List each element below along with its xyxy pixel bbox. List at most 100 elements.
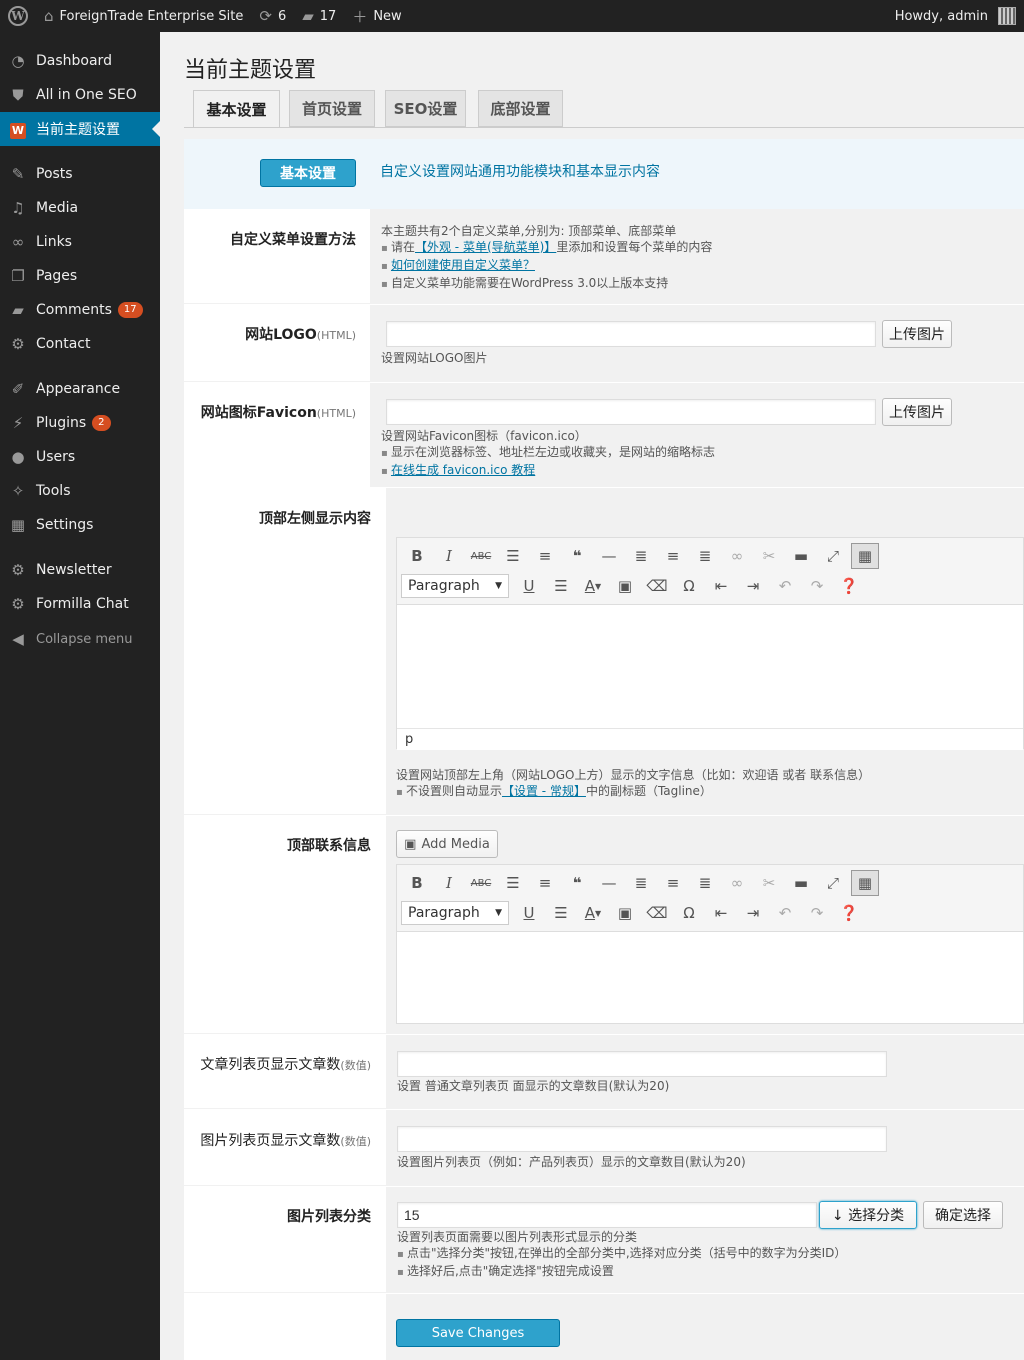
- favicon-tutorial-link[interactable]: 在线生成 favicon.ico 教程: [391, 463, 535, 477]
- indent-icon[interactable]: ⇥: [737, 900, 769, 926]
- link-icon[interactable]: ∞: [721, 543, 753, 569]
- blockquote-icon[interactable]: ❝: [561, 543, 593, 569]
- general-settings-link[interactable]: 【设置 - 常规】: [502, 784, 586, 798]
- unlink-icon[interactable]: ✂: [753, 870, 785, 896]
- bullet-list-icon[interactable]: ☰: [497, 543, 529, 569]
- confirm-selection-button[interactable]: 确定选择: [923, 1201, 1003, 1229]
- italic-icon[interactable]: I: [433, 543, 465, 569]
- how-to-menu-link[interactable]: 如何创建使用自定义菜单？: [391, 258, 535, 272]
- blockquote-icon[interactable]: ❝: [561, 870, 593, 896]
- text-color-icon[interactable]: A ▼: [577, 573, 609, 599]
- horizontal-rule-icon[interactable]: —: [593, 870, 625, 896]
- kitchen-sink-icon[interactable]: ▦: [851, 543, 879, 569]
- sidebar-item-users[interactable]: ● Users: [0, 440, 160, 474]
- updates-link[interactable]: ⟳ 6: [251, 0, 294, 32]
- underline-icon[interactable]: U: [513, 573, 545, 599]
- paste-text-icon[interactable]: ▣: [609, 900, 641, 926]
- align-right-icon[interactable]: ≣: [689, 543, 721, 569]
- add-media-button[interactable]: ▣ Add Media: [396, 830, 498, 858]
- special-char-icon[interactable]: Ω: [673, 573, 705, 599]
- italic-icon[interactable]: I: [433, 870, 465, 896]
- text: Paragraph: [408, 578, 480, 594]
- sidebar-item-theme-settings[interactable]: W 当前主题设置: [0, 112, 160, 146]
- clear-formatting-icon[interactable]: ⌫: [641, 573, 673, 599]
- sidebar-item-contact[interactable]: ⚙ Contact: [0, 327, 160, 361]
- tab-seo-settings[interactable]: SEO设置: [385, 90, 466, 127]
- paste-text-icon[interactable]: ▣: [609, 573, 641, 599]
- special-char-icon[interactable]: Ω: [673, 900, 705, 926]
- sidebar-item-appearance[interactable]: ✐ Appearance: [0, 372, 160, 406]
- sidebar-item-links[interactable]: ∞ Links: [0, 225, 160, 259]
- text-color-icon[interactable]: A ▼: [577, 900, 609, 926]
- outdent-icon[interactable]: ⇤: [705, 900, 737, 926]
- sidebar-item-tools[interactable]: ✧ Tools: [0, 474, 160, 508]
- redo-icon[interactable]: ↷: [801, 573, 833, 599]
- image-category-input[interactable]: [397, 1202, 817, 1228]
- site-name-link[interactable]: ⌂ ForeignTrade Enterprise Site: [36, 0, 251, 32]
- new-content-link[interactable]: ＋ New: [344, 0, 409, 32]
- read-more-icon[interactable]: ▬: [785, 543, 817, 569]
- favicon-input[interactable]: [386, 399, 876, 425]
- fullscreen-icon[interactable]: ⤢: [817, 543, 849, 569]
- sidebar-item-settings[interactable]: ▦ Settings: [0, 508, 160, 542]
- bullet-list-icon[interactable]: ☰: [497, 870, 529, 896]
- bold-icon[interactable]: B: [401, 870, 433, 896]
- bold-icon[interactable]: B: [401, 543, 433, 569]
- sidebar-item-media[interactable]: ♫ Media: [0, 191, 160, 225]
- link-icon[interactable]: ∞: [721, 870, 753, 896]
- sidebar-item-plugins[interactable]: ⚡ Plugins 2: [0, 406, 160, 440]
- format-select[interactable]: Paragraph ▼: [401, 901, 509, 925]
- undo-icon[interactable]: ↶: [769, 573, 801, 599]
- collapse-menu-button[interactable]: ◀ Collapse menu: [0, 622, 160, 656]
- align-left-icon[interactable]: ≣: [625, 543, 657, 569]
- appearance-menu-link[interactable]: 【外观 - 菜单(导航菜单)】: [415, 240, 556, 254]
- wp-logo-menu[interactable]: W: [0, 0, 36, 32]
- sidebar-item-posts[interactable]: ✎ Posts: [0, 157, 160, 191]
- numbered-list-icon[interactable]: ≡: [529, 870, 561, 896]
- justify-icon[interactable]: ☰: [545, 900, 577, 926]
- tab-home-settings[interactable]: 首页设置: [289, 90, 375, 127]
- sidebar-item-dashboard[interactable]: ◔ Dashboard: [0, 44, 160, 78]
- my-account-link[interactable]: Howdy, admin: [887, 0, 1024, 32]
- underline-icon[interactable]: U: [513, 900, 545, 926]
- strikethrough-icon[interactable]: ABC: [465, 870, 497, 896]
- fullscreen-icon[interactable]: ⤢: [817, 870, 849, 896]
- tab-footer-settings[interactable]: 底部设置: [478, 90, 563, 127]
- sidebar-item-formilla-chat[interactable]: ⚙ Formilla Chat: [0, 587, 160, 621]
- sidebar-item-all-in-one-seo[interactable]: ⛊ All in One SEO: [0, 78, 160, 112]
- select-category-button[interactable]: ↓ 选择分类: [819, 1201, 917, 1229]
- redo-icon[interactable]: ↷: [801, 900, 833, 926]
- undo-icon[interactable]: ↶: [769, 900, 801, 926]
- sidebar-item-newsletter[interactable]: ⚙ Newsletter: [0, 553, 160, 587]
- comments-link[interactable]: ▰ 17: [294, 0, 344, 32]
- basic-settings-header-button[interactable]: 基本设置: [260, 159, 356, 187]
- strikethrough-icon[interactable]: ABC: [465, 543, 497, 569]
- indent-icon[interactable]: ⇥: [737, 573, 769, 599]
- justify-icon[interactable]: ☰: [545, 573, 577, 599]
- align-center-icon[interactable]: ≡: [657, 870, 689, 896]
- sidebar-item-comments[interactable]: ▰ Comments 17: [0, 293, 160, 327]
- logo-upload-button[interactable]: 上传图片: [882, 320, 952, 348]
- sidebar-item-pages[interactable]: ❐ Pages: [0, 259, 160, 293]
- kitchen-sink-icon[interactable]: ▦: [851, 870, 879, 896]
- top-left-editor-area[interactable]: [397, 604, 1023, 728]
- horizontal-rule-icon[interactable]: —: [593, 543, 625, 569]
- clear-formatting-icon[interactable]: ⌫: [641, 900, 673, 926]
- post-count-input[interactable]: [397, 1051, 887, 1077]
- help-icon[interactable]: ❓: [833, 573, 865, 599]
- image-count-input[interactable]: [397, 1126, 887, 1152]
- favicon-upload-button[interactable]: 上传图片: [882, 398, 952, 426]
- help-icon[interactable]: ❓: [833, 900, 865, 926]
- align-left-icon[interactable]: ≣: [625, 870, 657, 896]
- outdent-icon[interactable]: ⇤: [705, 573, 737, 599]
- numbered-list-icon[interactable]: ≡: [529, 543, 561, 569]
- align-center-icon[interactable]: ≡: [657, 543, 689, 569]
- read-more-icon[interactable]: ▬: [785, 870, 817, 896]
- unlink-icon[interactable]: ✂: [753, 543, 785, 569]
- format-select[interactable]: Paragraph ▼: [401, 574, 509, 598]
- top-contact-editor-area[interactable]: [397, 931, 1023, 1023]
- logo-input[interactable]: [386, 321, 876, 347]
- tab-basic-settings[interactable]: 基本设置: [193, 90, 280, 128]
- save-changes-button[interactable]: Save Changes: [396, 1319, 560, 1347]
- align-right-icon[interactable]: ≣: [689, 870, 721, 896]
